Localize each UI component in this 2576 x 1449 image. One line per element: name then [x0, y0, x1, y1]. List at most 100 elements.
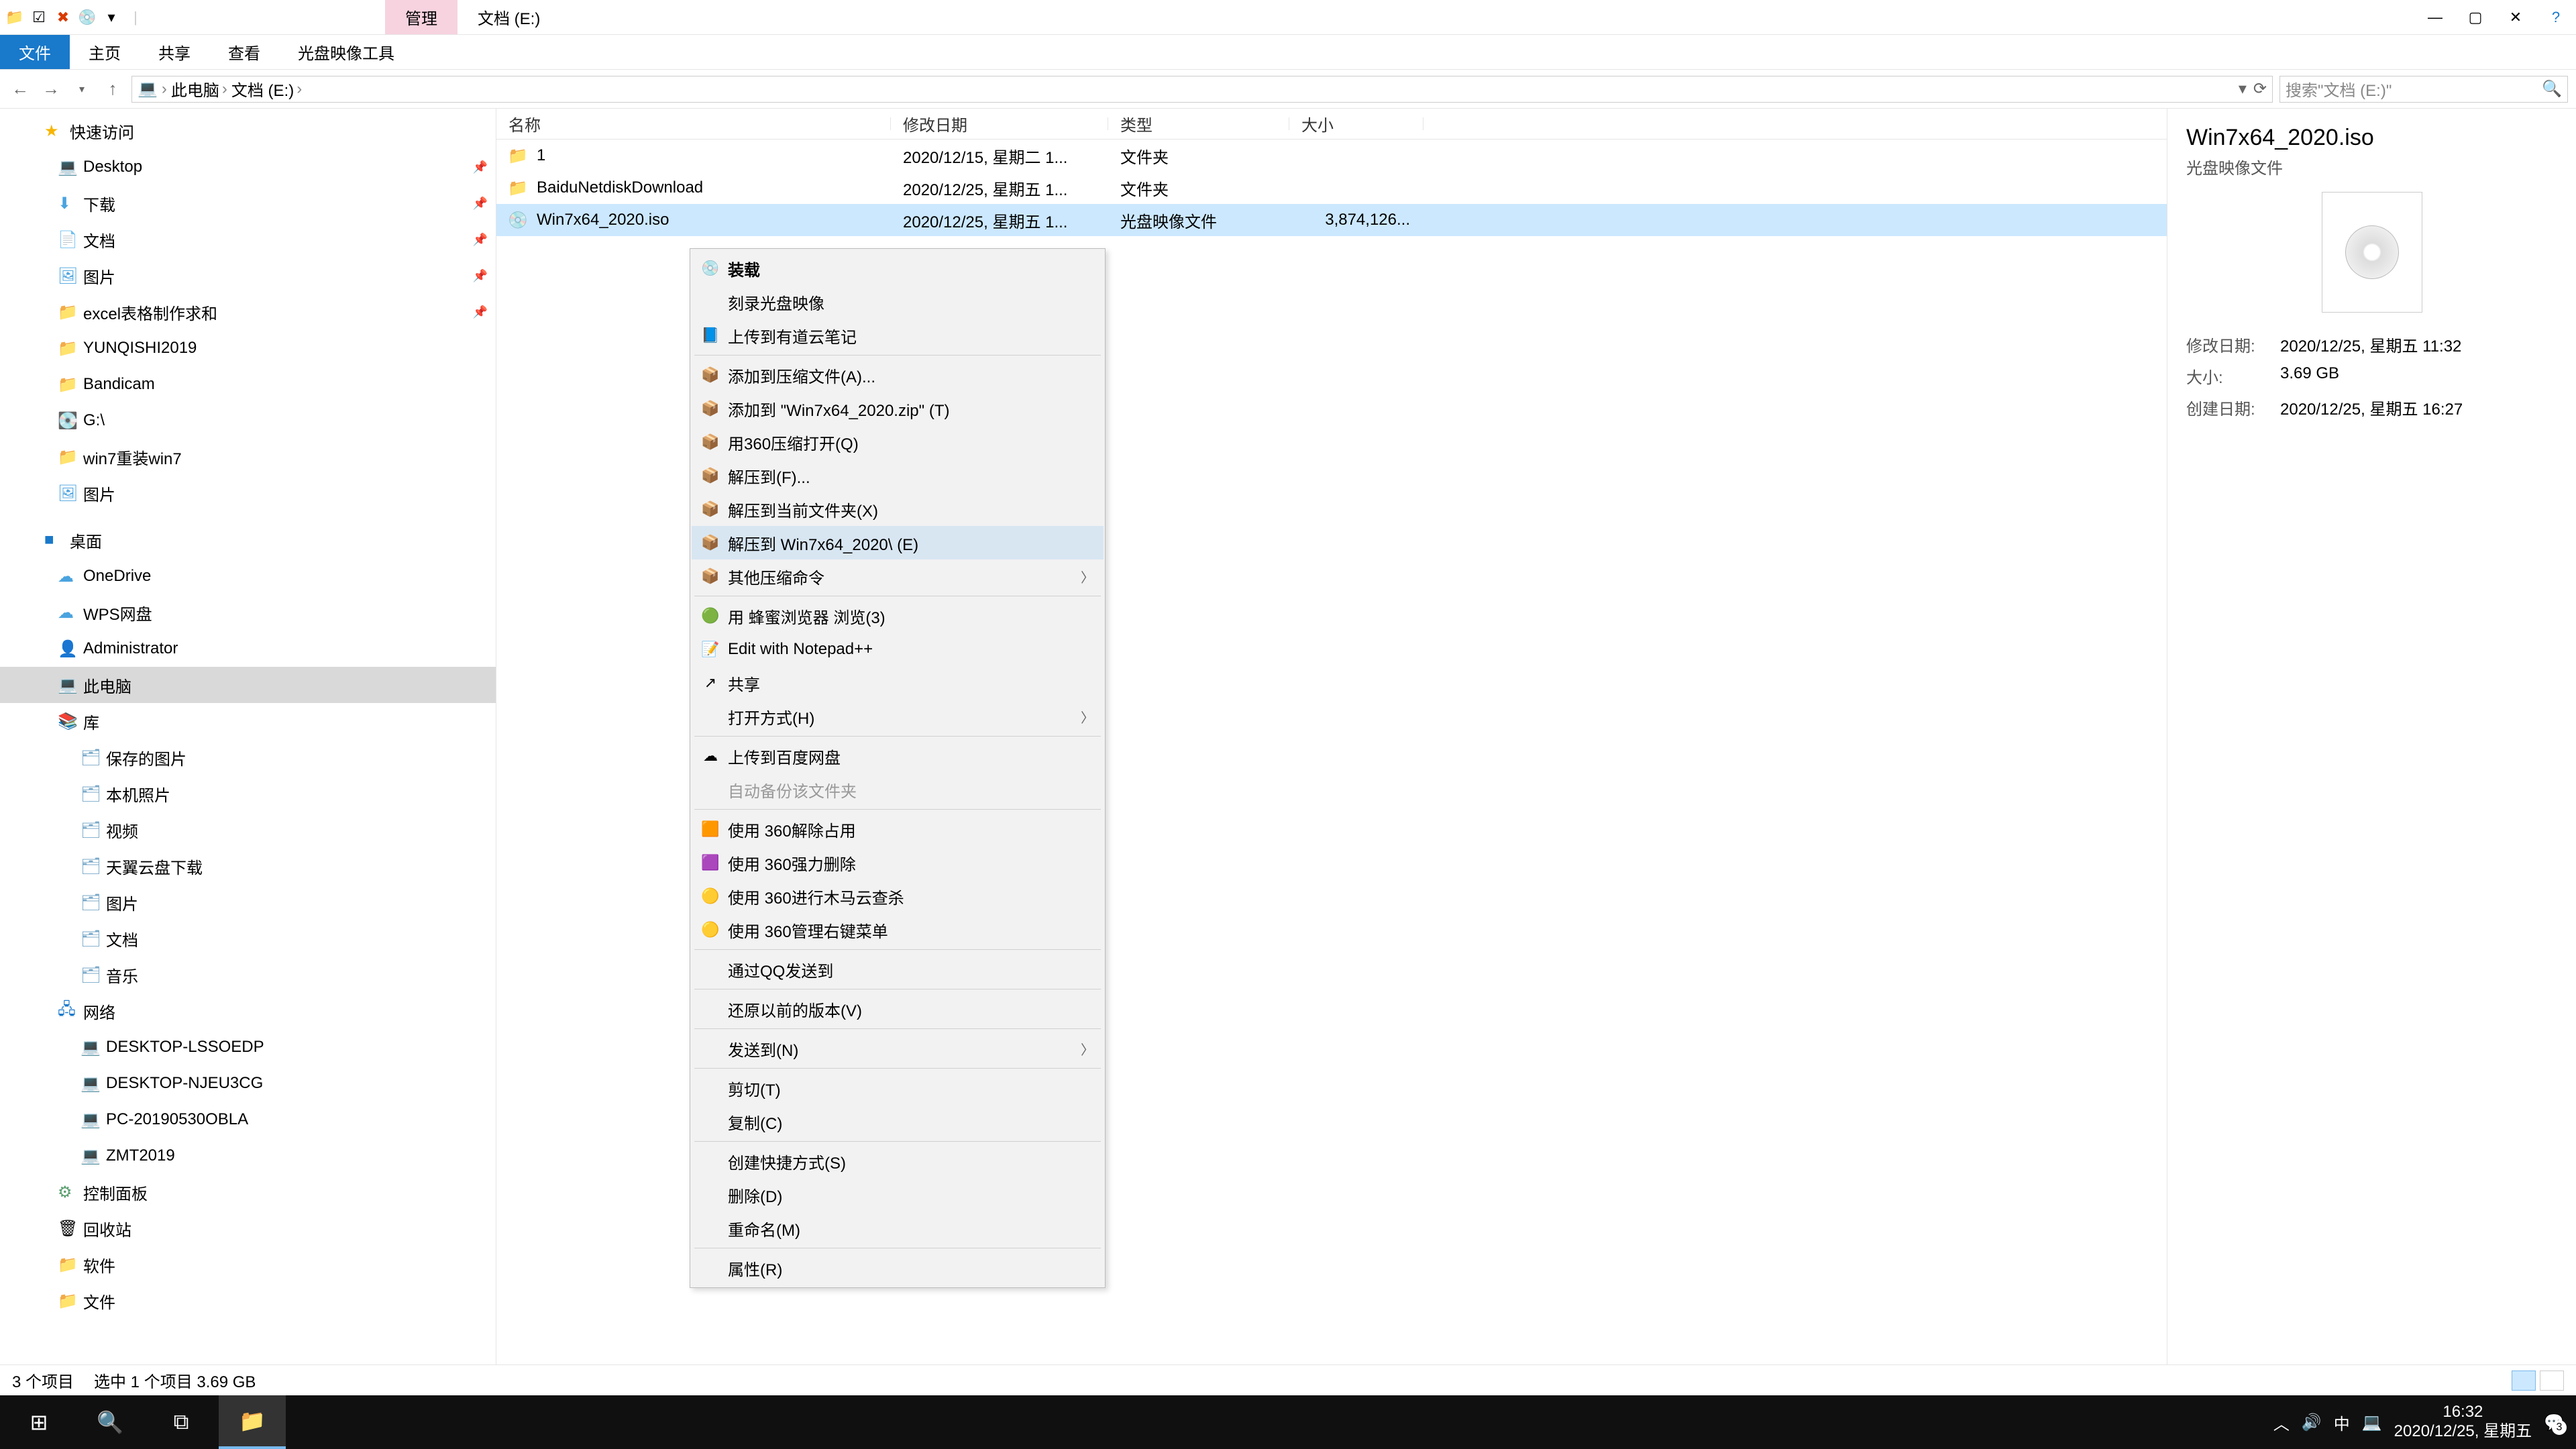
menu-item[interactable]: 📘上传到有道云笔记: [692, 319, 1104, 352]
task-view-button[interactable]: ⧉: [148, 1395, 215, 1449]
nav-back-button[interactable]: ←: [8, 77, 32, 101]
contextual-tab-manage[interactable]: 管理: [385, 0, 458, 34]
ribbon-tab-file[interactable]: 文件: [0, 35, 70, 69]
menu-item[interactable]: 重命名(M): [692, 1212, 1104, 1245]
menu-item[interactable]: ↗共享: [692, 666, 1104, 700]
tree-item[interactable]: 💻DESKTOP-NJEU3CG: [0, 1065, 496, 1102]
menu-item[interactable]: 还原以前的版本(V): [692, 992, 1104, 1026]
menu-item[interactable]: 删除(D): [692, 1178, 1104, 1212]
menu-item[interactable]: 属性(R): [692, 1251, 1104, 1285]
tree-control-panel[interactable]: ⚙控制面板: [0, 1174, 496, 1210]
context-menu[interactable]: 💿装载刻录光盘映像📘上传到有道云笔记 📦添加到压缩文件(A)...📦添加到 "Wi…: [690, 248, 1106, 1288]
file-row[interactable]: 💿Win7x64_2020.iso2020/12/25, 星期五 1...光盘映…: [496, 204, 2167, 236]
tree-item[interactable]: ☁WPS网盘: [0, 594, 496, 631]
menu-item[interactable]: ☁上传到百度网盘: [692, 739, 1104, 773]
menu-item[interactable]: 📦用360压缩打开(Q): [692, 425, 1104, 459]
menu-item[interactable]: 打开方式(H)〉: [692, 700, 1104, 733]
close-button[interactable]: ✕: [2496, 0, 2536, 35]
tree-item[interactable]: 💻ZMT2019: [0, 1138, 496, 1174]
tree-item[interactable]: 🗂音乐: [0, 957, 496, 993]
menu-item[interactable]: 💿装载: [692, 252, 1104, 285]
menu-item[interactable]: 📦添加到压缩文件(A)...: [692, 358, 1104, 392]
action-center-icon[interactable]: 💬3: [2544, 1413, 2564, 1432]
tree-item[interactable]: 📁YUNQISHI2019: [0, 330, 496, 366]
file-row[interactable]: 📁12020/12/15, 星期二 1...文件夹: [496, 140, 2167, 172]
menu-item[interactable]: 🟪使用 360强力删除: [692, 846, 1104, 879]
nav-forward-button[interactable]: →: [39, 77, 63, 101]
tree-item[interactable]: ⬇下载📌: [0, 185, 496, 221]
menu-item[interactable]: 📝Edit with Notepad++: [692, 633, 1104, 666]
view-icons-button[interactable]: [2540, 1371, 2564, 1391]
qat-dropdown-icon[interactable]: ▾: [103, 9, 119, 25]
help-button[interactable]: ?: [2536, 0, 2576, 35]
tree-item[interactable]: 🗂文档: [0, 920, 496, 957]
tree-item[interactable]: 💻此电脑: [0, 667, 496, 703]
ribbon-tab-home[interactable]: 主页: [70, 35, 140, 69]
tree-item[interactable]: 📚库: [0, 703, 496, 739]
tree-item[interactable]: 💻PC-20190530OBLA: [0, 1102, 496, 1138]
menu-item[interactable]: 📦解压到当前文件夹(X): [692, 492, 1104, 526]
minimize-button[interactable]: —: [2415, 0, 2455, 35]
breadcrumb-pc[interactable]: 此电脑 ›: [171, 77, 227, 101]
tray-volume-icon[interactable]: 🔊: [2302, 1413, 2322, 1432]
nav-history-dropdown[interactable]: ▾: [70, 77, 94, 101]
tree-item[interactable]: 🗂天翼云盘下载: [0, 848, 496, 884]
tree-item[interactable]: 📁Bandicam: [0, 366, 496, 402]
tree-item[interactable]: 💻Desktop📌: [0, 149, 496, 185]
ribbon-tab-view[interactable]: 查看: [209, 35, 279, 69]
col-name[interactable]: 名称: [496, 112, 891, 136]
tree-item[interactable]: ☁OneDrive: [0, 558, 496, 594]
tree-item[interactable]: 🗂图片: [0, 884, 496, 920]
breadcrumb-drive[interactable]: 文档 (E:) ›: [231, 77, 302, 101]
tree-item[interactable]: 💻DESKTOP-LSSOEDP: [0, 1029, 496, 1065]
tray-ime-icon[interactable]: 中: [2334, 1411, 2350, 1434]
file-row[interactable]: 📁BaiduNetdiskDownload2020/12/25, 星期五 1..…: [496, 172, 2167, 204]
menu-item[interactable]: 🟢用 蜂蜜浏览器 浏览(3): [692, 599, 1104, 633]
menu-item[interactable]: 📦其他压缩命令〉: [692, 559, 1104, 593]
search-input[interactable]: 搜索"文档 (E:)" 🔍: [2279, 76, 2568, 103]
tree-item[interactable]: 💽G:\: [0, 402, 496, 439]
menu-item[interactable]: 复制(C): [692, 1105, 1104, 1138]
tree-item[interactable]: 📁win7重装win7: [0, 439, 496, 475]
maximize-button[interactable]: ▢: [2455, 0, 2496, 35]
qat-save-icon[interactable]: ✖: [55, 9, 71, 25]
tree-item[interactable]: 🗂保存的图片: [0, 739, 496, 775]
tree-item[interactable]: 🖼图片: [0, 475, 496, 511]
view-details-button[interactable]: [2512, 1371, 2536, 1391]
start-button[interactable]: ⊞: [5, 1395, 72, 1449]
nav-up-button[interactable]: ↑: [101, 77, 125, 101]
menu-item[interactable]: 🟡使用 360进行木马云查杀: [692, 879, 1104, 913]
qat-disc-icon[interactable]: 💿: [79, 9, 95, 25]
taskbar[interactable]: ⊞ 🔍 ⧉ 📁 ︿ 🔊 中 💻 16:32 2020/12/25, 星期五 💬3: [0, 1395, 2576, 1449]
menu-item[interactable]: 刻录光盘映像: [692, 285, 1104, 319]
menu-item[interactable]: 🟡使用 360管理右键菜单: [692, 913, 1104, 947]
tree-quick-access[interactable]: ★快速访问: [0, 113, 496, 149]
col-date[interactable]: 修改日期: [891, 112, 1108, 136]
refresh-icon[interactable]: ⟳: [2253, 79, 2267, 99]
ribbon-tab-disc-tools[interactable]: 光盘映像工具: [279, 35, 413, 69]
breadcrumb-bar[interactable]: 💻 › 此电脑 › 文档 (E:) › ▾ ⟳: [131, 76, 2273, 103]
menu-item[interactable]: 📦解压到(F)...: [692, 459, 1104, 492]
tree-item[interactable]: 📁excel表格制作求和📌: [0, 294, 496, 330]
search-button[interactable]: 🔍: [76, 1395, 144, 1449]
tray-network-icon[interactable]: 💻: [2362, 1413, 2382, 1432]
tree-files[interactable]: 📁文件: [0, 1283, 496, 1319]
tree-item[interactable]: 🖼图片📌: [0, 258, 496, 294]
tree-recycle-bin[interactable]: 🗑回收站: [0, 1210, 496, 1246]
tree-item[interactable]: 🗂本机照片: [0, 775, 496, 812]
tree-network[interactable]: 🖧网络: [0, 993, 496, 1029]
ribbon-tab-share[interactable]: 共享: [140, 35, 209, 69]
taskbar-clock[interactable]: 16:32 2020/12/25, 星期五: [2394, 1403, 2532, 1442]
menu-item[interactable]: 📦添加到 "Win7x64_2020.zip" (T): [692, 392, 1104, 425]
col-type[interactable]: 类型: [1108, 112, 1289, 136]
tray-chevron-up-icon[interactable]: ︿: [2273, 1411, 2290, 1434]
nav-tree[interactable]: ★快速访问 💻Desktop📌⬇下载📌📄文档📌🖼图片📌📁excel表格制作求和📌…: [0, 109, 496, 1364]
addr-dropdown-icon[interactable]: ▾: [2239, 79, 2247, 99]
col-size[interactable]: 大小: [1289, 112, 1424, 136]
tree-item[interactable]: 👤Administrator: [0, 631, 496, 667]
qat-checkbox-icon[interactable]: ☑: [31, 9, 47, 25]
taskbar-explorer[interactable]: 📁: [219, 1395, 286, 1449]
tree-item[interactable]: 📄文档📌: [0, 221, 496, 258]
menu-item[interactable]: 🟧使用 360解除占用: [692, 812, 1104, 846]
tree-desktop[interactable]: ■桌面: [0, 522, 496, 558]
